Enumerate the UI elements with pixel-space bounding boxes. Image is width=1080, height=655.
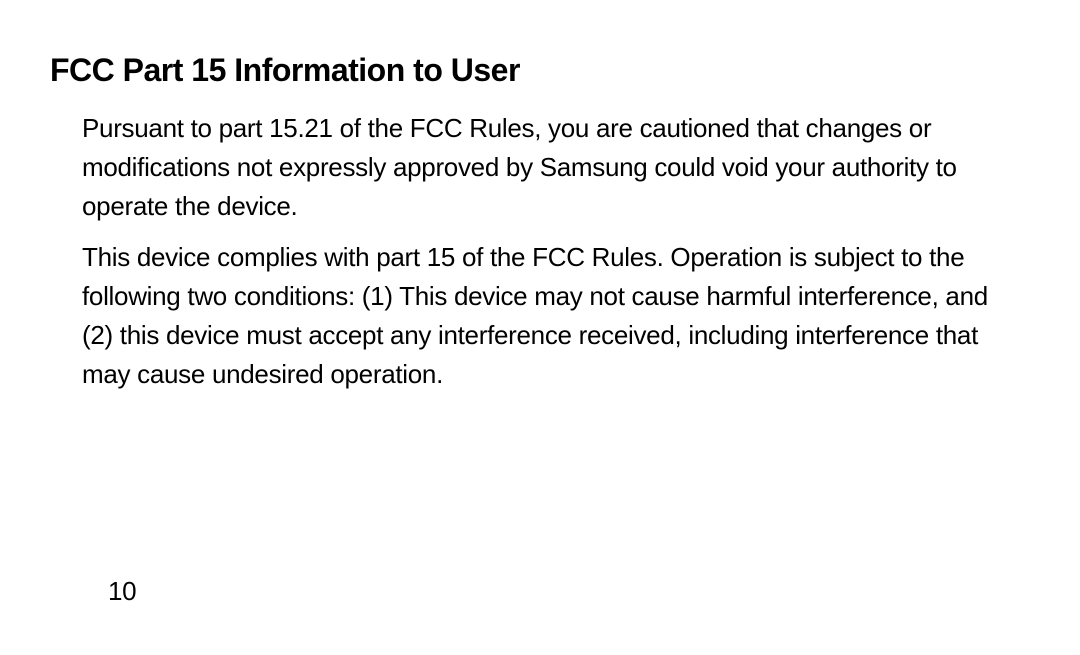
page-number: 10 (108, 576, 136, 607)
body-paragraph: Pursuant to part 15.21 of the FCC Rules,… (82, 109, 1020, 226)
section-heading: FCC Part 15 Information to User (50, 52, 1020, 89)
body-paragraph: This device complies with part 15 of the… (82, 238, 1020, 394)
